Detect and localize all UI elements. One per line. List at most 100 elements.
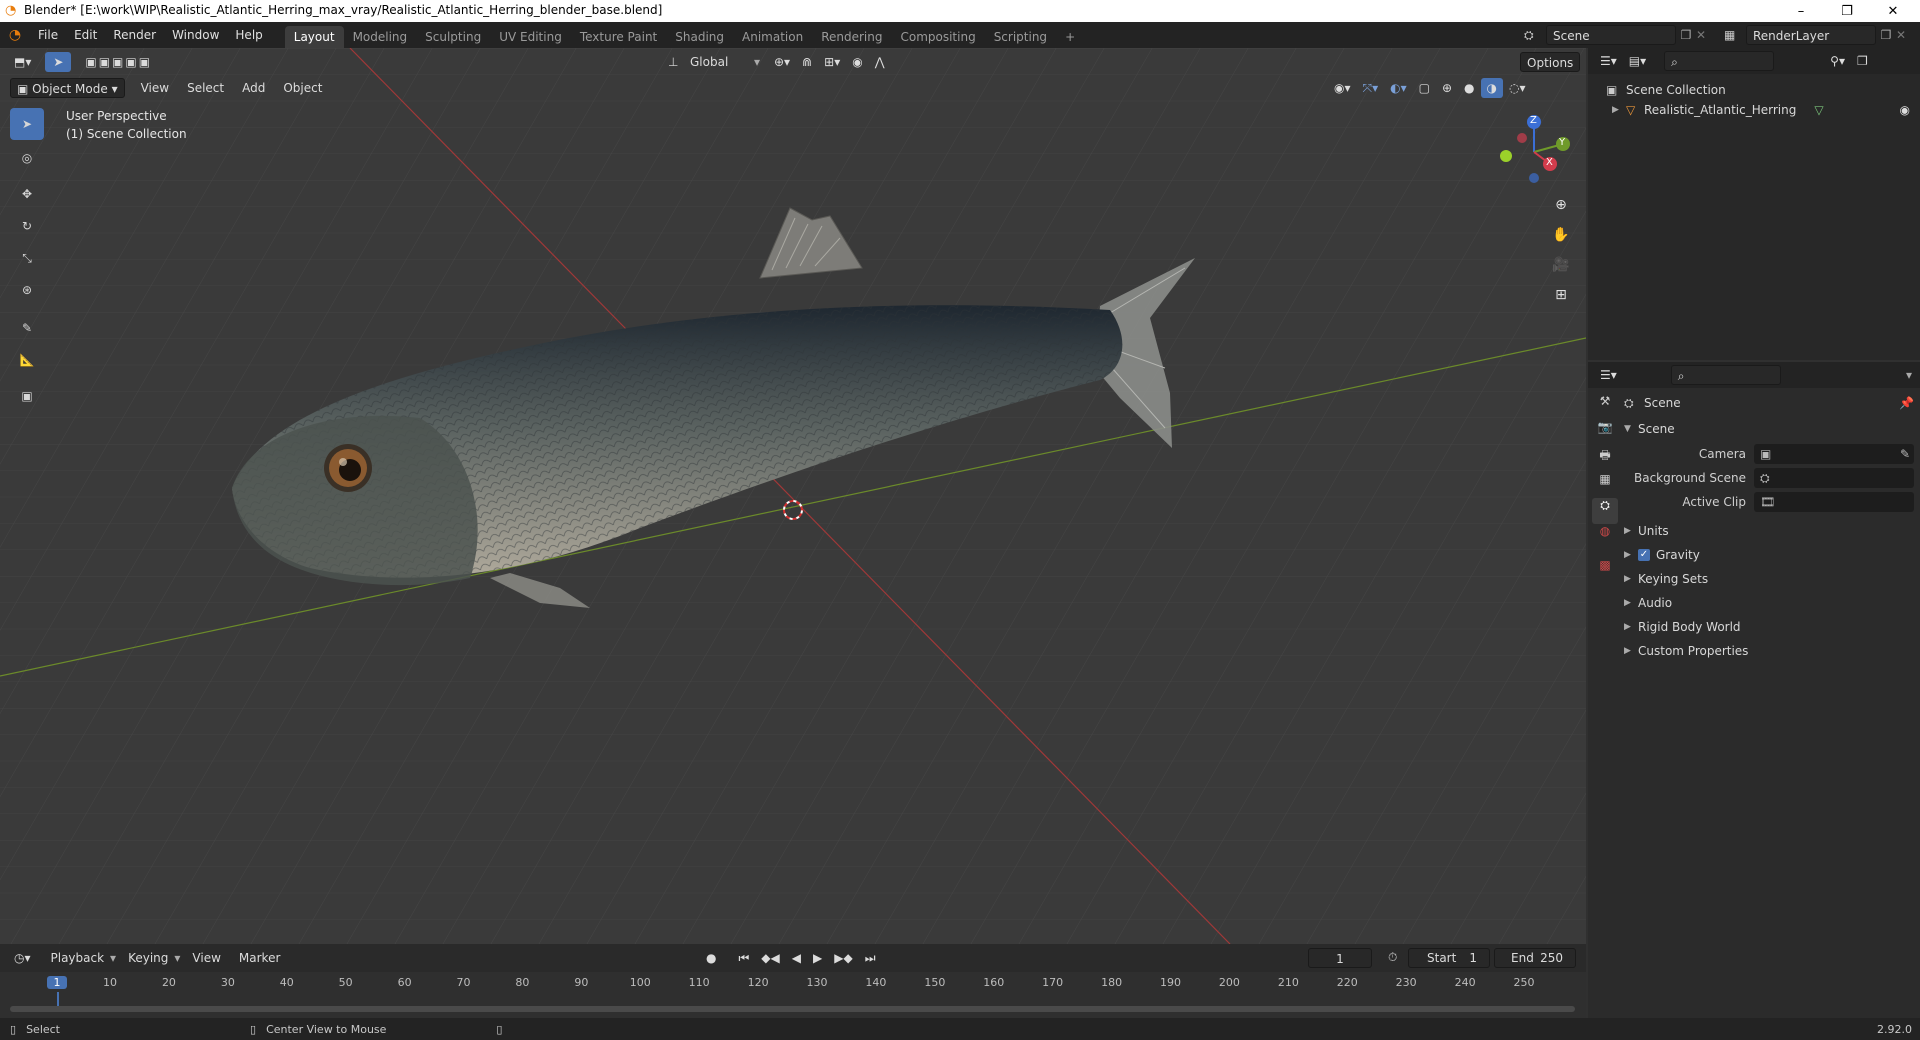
scene-selector[interactable]: Scene xyxy=(1546,25,1676,45)
rigid-body-world-panel[interactable]: ▶ Rigid Body World xyxy=(1624,616,1914,638)
display-mode-icon[interactable]: ▤▾ xyxy=(1623,51,1652,71)
menu-file[interactable]: File xyxy=(30,22,66,48)
tab-modeling[interactable]: Modeling xyxy=(344,26,417,48)
move-tool[interactable]: ✥ xyxy=(10,178,44,210)
tab-animation[interactable]: Animation xyxy=(733,26,812,48)
jump-start-button[interactable]: ⏮ xyxy=(732,948,755,968)
world-tab-icon[interactable]: ◍ xyxy=(1592,524,1618,550)
tab-scripting[interactable]: Scripting xyxy=(985,26,1056,48)
material-shading-icon[interactable]: ◑ xyxy=(1480,78,1503,98)
next-keyframe-button[interactable]: ▶◆ xyxy=(828,948,858,968)
menu-view[interactable]: View xyxy=(135,78,175,98)
menu-select[interactable]: Select xyxy=(181,78,230,98)
pin-icon[interactable]: 📌 xyxy=(1899,396,1914,410)
tab-shading[interactable]: Shading xyxy=(666,26,733,48)
menu-timeline-view[interactable]: View xyxy=(186,948,226,968)
tab-rendering[interactable]: Rendering xyxy=(812,26,891,48)
annotate-tool[interactable]: ✎ xyxy=(10,312,44,344)
end-frame-field[interactable]: End 250 xyxy=(1494,948,1576,968)
outliner-scene-collection[interactable]: ▣ Scene Collection xyxy=(1606,80,1726,100)
audio-panel[interactable]: ▶ Audio xyxy=(1624,592,1914,614)
tab-sculpting[interactable]: Sculpting xyxy=(416,26,490,48)
perspective-toggle-icon[interactable]: ⊞ xyxy=(1548,282,1574,308)
visibility-icon[interactable]: ◉▾ xyxy=(1328,78,1357,98)
play-reverse-button[interactable]: ◀ xyxy=(786,948,807,968)
editor-type-icon[interactable]: ⬒▾ xyxy=(8,52,37,72)
add-cube-tool[interactable]: ▣ xyxy=(10,380,44,412)
visibility-eye-icon[interactable]: ◉ xyxy=(1900,103,1910,117)
scene-section-header[interactable]: ▼ Scene xyxy=(1624,418,1914,440)
outliner-search-input[interactable]: ⌕ xyxy=(1664,51,1775,71)
new-view-layer-icon[interactable]: ❐ xyxy=(1876,28,1896,42)
wireframe-shading-icon[interactable]: ⊕ xyxy=(1436,78,1458,98)
snap-icon[interactable]: ⋒ xyxy=(796,52,818,72)
menu-help[interactable]: Help xyxy=(227,22,270,48)
snap-target-icon[interactable]: ⊞▾ xyxy=(818,52,846,72)
chevron-down-icon[interactable]: ▾ xyxy=(1906,368,1912,382)
pan-hand-icon[interactable]: ✋ xyxy=(1548,222,1574,248)
menu-window[interactable]: Window xyxy=(164,22,227,48)
tool-tab-icon[interactable]: ⚒ xyxy=(1592,394,1618,420)
gizmo-icon[interactable]: ⤧▾ xyxy=(1357,78,1385,98)
solid-shading-icon[interactable]: ● xyxy=(1458,78,1480,98)
gravity-checkbox[interactable]: ✓ xyxy=(1638,549,1650,561)
menu-add[interactable]: Add xyxy=(236,78,271,98)
view-layer-selector[interactable]: RenderLayer xyxy=(1746,25,1876,45)
timeline-editor-type-icon[interactable]: ◷▾ xyxy=(8,948,37,968)
background-scene-field[interactable]: ⛭ xyxy=(1754,468,1914,488)
tab-layout[interactable]: Layout xyxy=(284,26,344,48)
keying-sets-panel[interactable]: ▶ Keying Sets xyxy=(1624,568,1914,590)
active-clip-field[interactable]: 🎞 xyxy=(1754,492,1914,512)
menu-edit[interactable]: Edit xyxy=(66,22,105,48)
menu-keying[interactable]: Keying xyxy=(122,948,174,968)
expand-arrow-icon[interactable]: ▶ xyxy=(1612,105,1626,115)
properties-search-input[interactable]: ⌕ xyxy=(1670,365,1781,385)
jump-end-button[interactable]: ⏭ xyxy=(859,948,882,968)
maximize-button[interactable]: ❐ xyxy=(1824,0,1870,22)
prev-keyframe-button[interactable]: ◆◀ xyxy=(755,948,785,968)
tab-uv-editing[interactable]: UV Editing xyxy=(490,26,571,48)
units-panel[interactable]: ▶ Units xyxy=(1624,520,1914,542)
timeline-scrollbar[interactable] xyxy=(10,1006,1575,1012)
transform-tool[interactable]: ⊛ xyxy=(10,274,44,306)
rotate-tool[interactable]: ↻ xyxy=(10,210,44,242)
render-tab-icon[interactable]: 📷 xyxy=(1592,420,1618,446)
play-button[interactable]: ▶ xyxy=(807,948,828,968)
navigation-gizmo[interactable]: Z Y X xyxy=(1494,112,1574,192)
scale-tool[interactable]: ⤡ xyxy=(10,242,44,274)
current-frame-field[interactable]: 1 xyxy=(1308,948,1372,968)
3d-viewport[interactable] xyxy=(0,48,1586,944)
filter-icon[interactable]: ⚲▾ xyxy=(1824,51,1851,71)
blender-menu-icon[interactable]: ◔ xyxy=(0,27,30,43)
delete-view-layer-icon[interactable]: ✕ xyxy=(1896,28,1912,42)
camera-field[interactable]: ▣ ✎ xyxy=(1754,444,1914,464)
options-button[interactable]: Options xyxy=(1520,52,1581,72)
new-scene-icon[interactable]: ❐ xyxy=(1676,28,1696,42)
texture-tab-icon[interactable]: ▩ xyxy=(1592,558,1618,584)
start-frame-field[interactable]: Start 1 xyxy=(1408,948,1490,968)
outliner-editor-type-icon[interactable]: ☰▾ xyxy=(1594,51,1623,71)
add-workspace-button[interactable]: + xyxy=(1056,26,1084,48)
output-tab-icon[interactable]: 🖶 xyxy=(1592,446,1618,472)
menu-marker[interactable]: Marker xyxy=(233,948,286,968)
record-button[interactable]: ● xyxy=(700,948,722,968)
menu-object[interactable]: Object xyxy=(277,78,328,98)
select-box-tool[interactable]: ➤ xyxy=(10,108,44,140)
measure-tool[interactable]: 📐 xyxy=(10,344,44,376)
menu-render[interactable]: Render xyxy=(105,22,164,48)
stopwatch-icon[interactable]: ⏱ xyxy=(1388,950,1397,965)
xray-icon[interactable]: ▢ xyxy=(1413,78,1436,98)
scene-tab-icon[interactable]: ⛭ xyxy=(1592,498,1618,524)
falloff-icon[interactable]: ⋀ xyxy=(869,52,891,72)
menu-playback[interactable]: Playback xyxy=(45,948,111,968)
transform-orientation-dropdown[interactable]: Global xyxy=(684,52,754,72)
eyedropper-icon[interactable]: ✎ xyxy=(1900,447,1910,461)
pivot-point-icon[interactable]: ⊕▾ xyxy=(768,52,796,72)
tab-compositing[interactable]: Compositing xyxy=(891,26,984,48)
overlays-icon[interactable]: ◐▾ xyxy=(1384,78,1413,98)
zoom-icon[interactable]: ⊕ xyxy=(1548,192,1574,218)
select-tool-icon[interactable]: ➤ xyxy=(45,52,72,72)
selection-mode-icons[interactable]: ▣▣▣▣▣ xyxy=(79,52,158,72)
minimize-button[interactable]: – xyxy=(1778,0,1824,22)
timeline-scrubber[interactable]: 1 10 20 30 40 50 60 70 80 90 100 110 120 130 140 150 160… xyxy=(0,972,1586,1018)
